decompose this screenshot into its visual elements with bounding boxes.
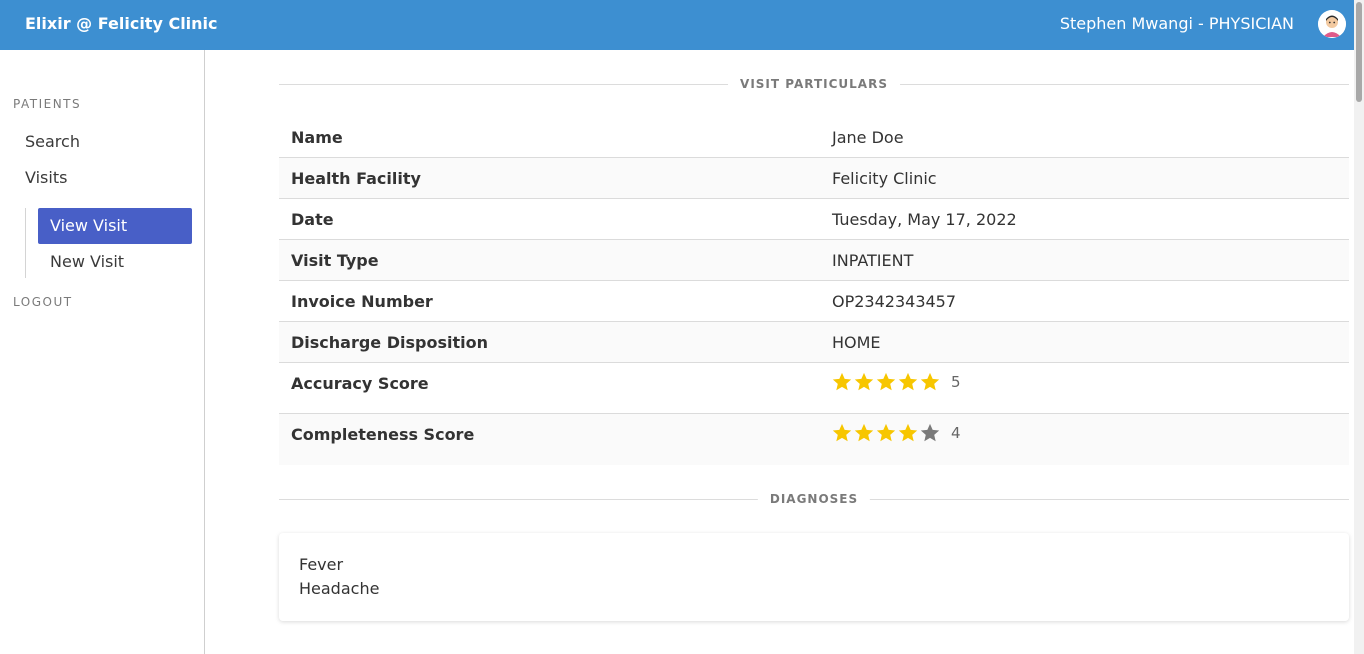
row-value: HOME: [832, 333, 881, 352]
section-title-visit-particulars: VISIT PARTICULARS: [728, 77, 900, 91]
app-brand[interactable]: Elixir @ Felicity Clinic: [25, 14, 218, 33]
menu-label-patients: PATIENTS: [13, 97, 82, 111]
star-empty-icon[interactable]: [919, 422, 941, 444]
list-item: Fever: [299, 555, 344, 574]
table-row: Visit Type INPATIENT: [279, 240, 1349, 281]
star-filled-icon[interactable]: [897, 371, 919, 393]
visit-particulars-divider: VISIT PARTICULARS: [279, 77, 1349, 91]
star-filled-icon[interactable]: [853, 371, 875, 393]
star-filled-icon[interactable]: [875, 422, 897, 444]
avatar[interactable]: [1318, 10, 1346, 38]
row-label: Accuracy Score: [291, 374, 429, 393]
row-label: Completeness Score: [291, 425, 475, 444]
visit-details-table: Name Jane Doe Health Facility Felicity C…: [279, 117, 1349, 465]
top-navbar: Elixir @ Felicity Clinic Stephen Mwangi …: [0, 0, 1354, 50]
completeness-star-rating[interactable]: 4: [831, 422, 961, 444]
star-filled-icon[interactable]: [831, 371, 853, 393]
table-row: Name Jane Doe: [279, 117, 1349, 158]
user-name-role[interactable]: Stephen Mwangi - PHYSICIAN: [1060, 14, 1294, 33]
row-value: OP2342343457: [832, 292, 957, 311]
sidebar-item-search[interactable]: Search: [25, 132, 80, 151]
accuracy-score-value: 5: [951, 373, 961, 391]
row-label: Invoice Number: [291, 292, 433, 311]
table-row: Discharge Disposition HOME: [279, 322, 1349, 363]
row-value: INPATIENT: [832, 251, 914, 270]
row-value: Jane Doe: [832, 128, 904, 147]
accuracy-score-row: Accuracy Score 5: [279, 363, 1349, 414]
sidebar-item-new-visit[interactable]: New Visit: [38, 244, 192, 280]
sidebar-item-visits[interactable]: Visits: [25, 168, 67, 187]
submenu-guide: [25, 208, 26, 278]
row-value: Felicity Clinic: [832, 169, 937, 188]
table-row: Health Facility Felicity Clinic: [279, 158, 1349, 199]
table-row: Date Tuesday, May 17, 2022: [279, 199, 1349, 240]
user-avatar-icon: [1318, 10, 1346, 38]
diagnoses-divider: DIAGNOSES: [279, 492, 1349, 506]
accuracy-star-rating[interactable]: 5: [831, 371, 961, 393]
scrollbar-thumb[interactable]: [1356, 2, 1362, 102]
row-label: Name: [291, 128, 343, 147]
diagnoses-card: Fever Headache: [279, 533, 1349, 621]
row-label: Health Facility: [291, 169, 421, 188]
star-filled-icon[interactable]: [897, 422, 919, 444]
sidebar-item-logout[interactable]: LOGOUT: [13, 295, 73, 309]
row-value: Tuesday, May 17, 2022: [832, 210, 1017, 229]
star-filled-icon[interactable]: [875, 371, 897, 393]
row-label: Discharge Disposition: [291, 333, 488, 352]
completeness-score-row: Completeness Score 4: [279, 414, 1349, 465]
completeness-score-value: 4: [951, 424, 961, 442]
sidebar-item-view-visit[interactable]: View Visit: [38, 208, 192, 244]
star-filled-icon[interactable]: [831, 422, 853, 444]
star-filled-icon[interactable]: [853, 422, 875, 444]
star-filled-icon[interactable]: [919, 371, 941, 393]
row-label: Visit Type: [291, 251, 379, 270]
page-scrollbar[interactable]: [1354, 0, 1364, 654]
list-item: Headache: [299, 579, 380, 598]
sidebar: PATIENTS Search Visits View Visit New Vi…: [0, 50, 205, 654]
section-title-diagnoses: DIAGNOSES: [757, 492, 871, 506]
row-label: Date: [291, 210, 334, 229]
table-row: Invoice Number OP2342343457: [279, 281, 1349, 322]
